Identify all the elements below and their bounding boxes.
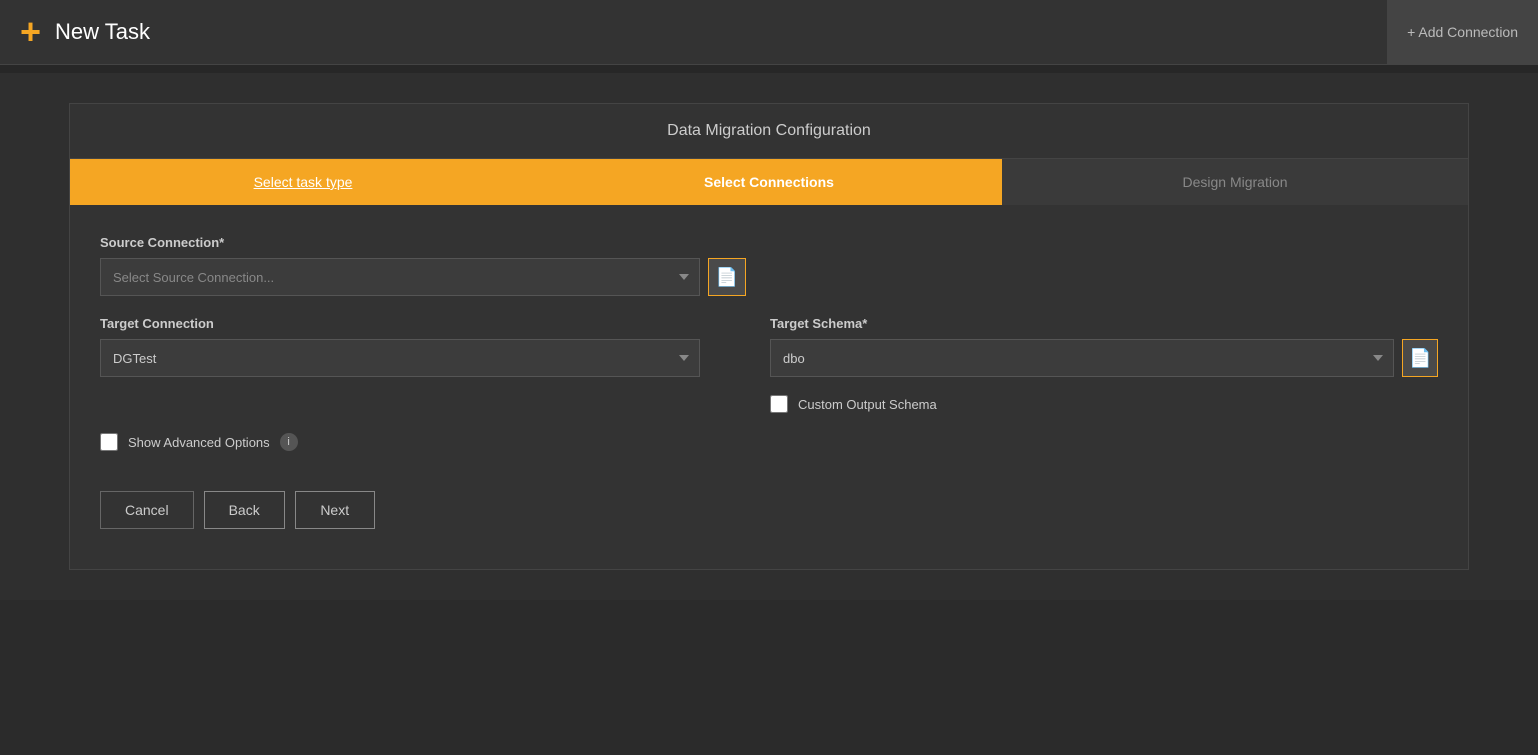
tab-select-connections[interactable]: Select Connections [536, 159, 1002, 205]
custom-output-schema-checkbox[interactable] [770, 395, 788, 413]
form-area: Source Connection* Select Source Connect… [70, 205, 1468, 569]
advanced-options-row: Show Advanced Options i [100, 433, 1438, 451]
source-connection-file-button[interactable]: 📄 [708, 258, 746, 296]
wizard-container: Data Migration Configuration Select task… [69, 103, 1469, 570]
source-connection-label: Source Connection* [100, 235, 750, 250]
target-schema-label: Target Schema* [770, 316, 1438, 331]
cancel-button[interactable]: Cancel [100, 491, 194, 529]
button-row: Cancel Back Next [100, 481, 1438, 549]
info-icon[interactable]: i [280, 433, 298, 451]
tab-select-task-type[interactable]: Select task type [70, 159, 536, 205]
source-connection-group: Source Connection* Select Source Connect… [100, 235, 750, 296]
header: + New Task + Add Connection [0, 0, 1538, 65]
target-schema-file-button[interactable]: 📄 [1402, 339, 1438, 377]
tab-design-migration[interactable]: Design Migration [1002, 159, 1468, 205]
target-schema-group: Target Schema* dbo 📄 Custom Output Schem… [770, 316, 1438, 413]
add-connection-button[interactable]: + Add Connection [1387, 0, 1538, 64]
show-advanced-options-checkbox[interactable] [100, 433, 118, 451]
target-schema-input-row: dbo 📄 [770, 339, 1438, 377]
source-connection-select[interactable]: Select Source Connection... [100, 258, 700, 296]
next-button[interactable]: Next [295, 491, 375, 529]
target-connection-label: Target Connection [100, 316, 750, 331]
target-connection-group: Target Connection DGTest [100, 316, 750, 377]
source-connection-row: Source Connection* Select Source Connect… [100, 235, 1438, 296]
file-icon: 📄 [716, 267, 738, 288]
target-schema-select[interactable]: dbo [770, 339, 1394, 377]
page-title: New Task [55, 19, 150, 45]
custom-output-schema-label: Custom Output Schema [798, 397, 937, 412]
custom-output-schema-row: Custom Output Schema [770, 395, 1438, 413]
back-button[interactable]: Back [204, 491, 285, 529]
target-connection-input-row: DGTest [100, 339, 750, 377]
file-icon-2: 📄 [1409, 348, 1431, 369]
header-divider [0, 65, 1538, 73]
show-advanced-options-label: Show Advanced Options [128, 435, 270, 450]
wizard-title: Data Migration Configuration [70, 104, 1468, 159]
target-row: Target Connection DGTest Target Schema* … [100, 316, 1438, 413]
step-tabs: Select task type Select Connections Desi… [70, 159, 1468, 205]
target-connection-select[interactable]: DGTest [100, 339, 700, 377]
app-logo-icon: + [20, 14, 41, 50]
source-connection-input-row: Select Source Connection... 📄 [100, 258, 750, 296]
main-content: Data Migration Configuration Select task… [0, 73, 1538, 600]
